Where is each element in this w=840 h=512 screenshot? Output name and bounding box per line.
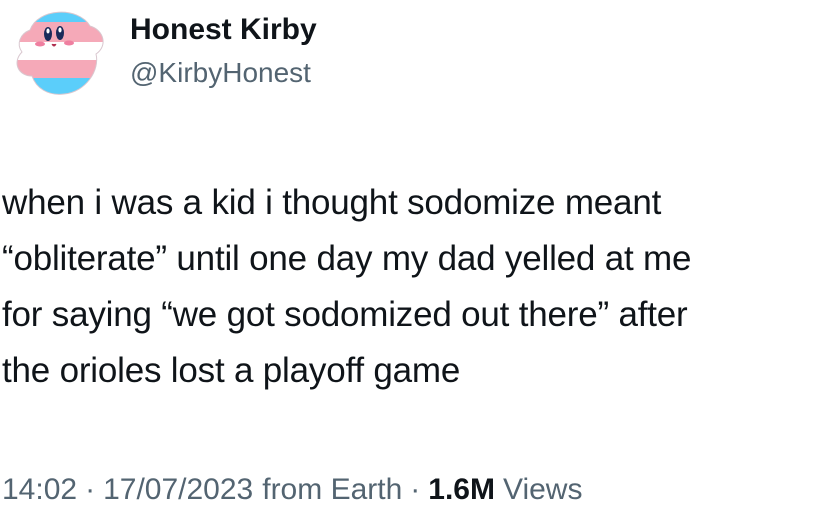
user-names: Honest Kirby @KirbyHonest [130, 10, 317, 92]
tweet-text: when i was a kid i thought sodomize mean… [2, 183, 692, 390]
display-name[interactable]: Honest Kirby [130, 10, 317, 50]
views-count[interactable]: 1.6M [428, 470, 495, 510]
tweet-meta: 14:02 · 17/07/2023 from Earth · 1.6M Vie… [2, 470, 582, 510]
meta-separator: · [85, 473, 96, 506]
tweet-card: Honest Kirby @KirbyHonest when i was a k… [0, 0, 840, 512]
views-label[interactable]: Views [503, 470, 582, 510]
kirby-avatar-icon [16, 11, 104, 95]
meta-separator: · [410, 473, 421, 506]
tweet-date[interactable]: 17/07/2023 [103, 470, 253, 510]
tweet-header: Honest Kirby @KirbyHonest [8, 0, 317, 110]
user-handle[interactable]: @KirbyHonest [130, 54, 317, 92]
avatar[interactable] [8, 0, 108, 100]
tweet-time[interactable]: 14:02 [2, 470, 77, 510]
tweet-source: from Earth [262, 473, 403, 506]
